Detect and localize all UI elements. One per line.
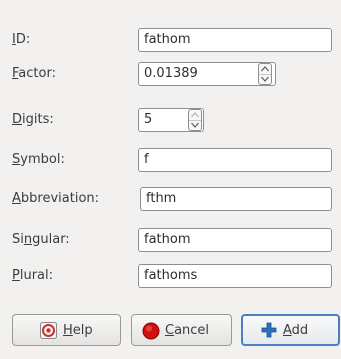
chevron-up-icon [261, 66, 269, 72]
abbreviation-label: Abbreviation: [12, 191, 100, 206]
cancel-button[interactable]: Cancel [131, 314, 232, 346]
help-icon [40, 322, 57, 339]
add-button[interactable]: Add [241, 314, 340, 346]
add-button-label: Add [283, 323, 309, 338]
id-row: ID: fathom [0, 28, 341, 52]
singular-row: Singular: fathom [0, 228, 341, 252]
chevron-up-icon [191, 112, 199, 118]
factor-decrement-button[interactable] [259, 74, 271, 84]
symbol-input[interactable]: f [138, 148, 332, 172]
symbol-label: Symbol: [12, 152, 65, 167]
help-button-label: Help [63, 323, 93, 338]
plural-row: Plural: fathoms [0, 264, 341, 288]
digits-label: Digits: [12, 112, 54, 127]
singular-input[interactable]: fathom [138, 228, 332, 252]
chevron-down-icon [191, 122, 199, 128]
chevron-down-icon [261, 76, 269, 82]
abbreviation-row: Abbreviation: fthm [0, 187, 341, 211]
id-label: ID: [12, 32, 31, 47]
id-input[interactable]: fathom [138, 28, 332, 52]
digits-decrement-button[interactable] [189, 120, 201, 130]
digits-row: Digits: 5 [0, 108, 341, 132]
abbreviation-input[interactable]: fthm [140, 187, 332, 211]
help-button[interactable]: Help [12, 314, 121, 346]
plural-label: Plural: [12, 268, 53, 283]
digits-spin-buttons [188, 109, 202, 131]
factor-spinner[interactable]: 0.01389 [138, 62, 276, 86]
singular-label: Singular: [12, 232, 70, 247]
digits-spinner[interactable]: 5 [138, 108, 206, 132]
factor-input[interactable]: 0.01389 [138, 62, 276, 86]
factor-spin-buttons [258, 63, 272, 85]
cancel-icon [142, 322, 160, 340]
factor-label: Factor: [12, 66, 56, 81]
symbol-row: Symbol: f [0, 148, 341, 172]
factor-row: Factor: 0.01389 [0, 62, 341, 86]
add-icon [261, 322, 277, 338]
cancel-button-label: Cancel [165, 323, 210, 338]
plural-input[interactable]: fathoms [138, 264, 332, 288]
